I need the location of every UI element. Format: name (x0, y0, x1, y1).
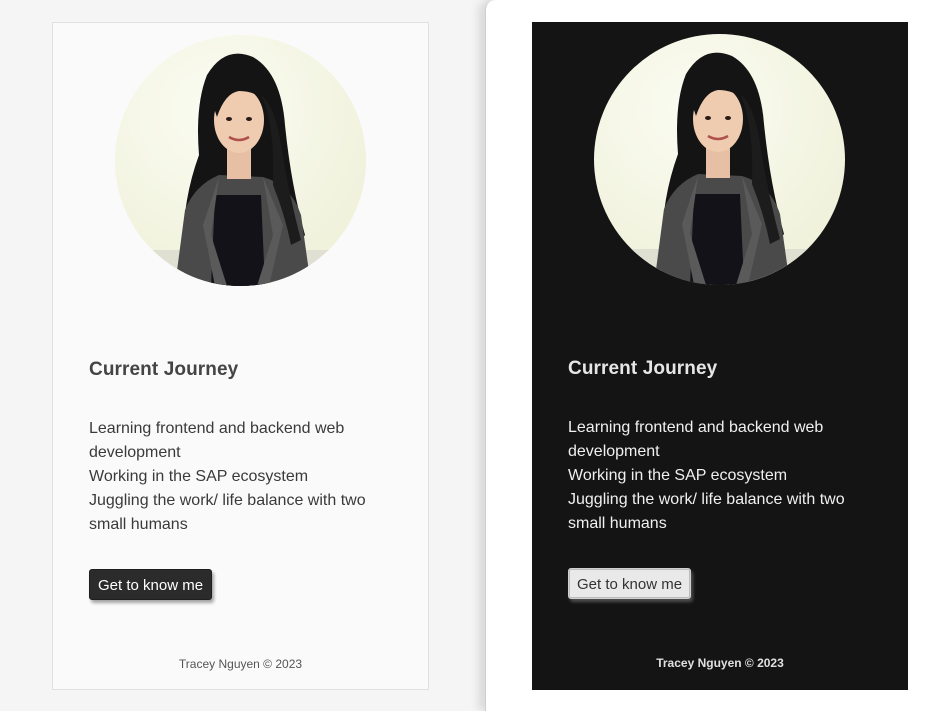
comparison-stage: Current Journey Learning frontend and ba… (0, 0, 947, 711)
profile-photo (115, 35, 366, 286)
get-to-know-me-button[interactable]: Get to know me (568, 568, 692, 599)
journey-list: Learning frontend and backend web develo… (89, 417, 379, 537)
footer-copyright: Tracey Nguyen © 2023 (178, 657, 303, 671)
get-to-know-me-button[interactable]: Get to know me (89, 569, 213, 600)
list-item: Learning frontend and backend web develo… (568, 419, 824, 460)
footer-copyright: Tracey Nguyen © 2023 (656, 656, 784, 670)
profile-photo (594, 34, 845, 285)
section-heading: Current Journey (568, 358, 718, 379)
list-item: Learning frontend and backend web develo… (89, 420, 345, 461)
list-item: Juggling the work/ life balance with two… (568, 491, 845, 532)
list-item: Working in the SAP ecosystem (568, 467, 788, 484)
journey-list: Learning frontend and backend web develo… (568, 416, 858, 536)
dark-theme-pane: Current Journey Learning frontend and ba… (485, 0, 947, 711)
profile-card-dark: Current Journey Learning frontend and ba… (532, 22, 908, 690)
profile-card-light: Current Journey Learning frontend and ba… (52, 22, 429, 690)
section-heading: Current Journey (89, 359, 239, 380)
light-theme-pane: Current Journey Learning frontend and ba… (0, 0, 485, 711)
list-item: Working in the SAP ecosystem (89, 468, 309, 485)
list-item: Juggling the work/ life balance with two… (89, 492, 366, 533)
